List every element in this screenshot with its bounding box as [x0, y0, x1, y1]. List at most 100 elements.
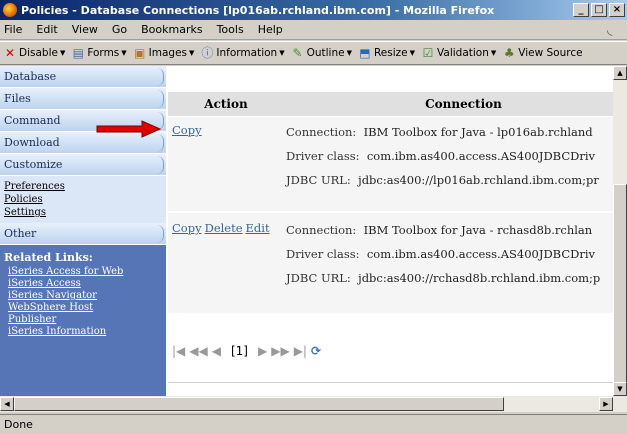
toolbar-label: Information	[216, 47, 278, 59]
vertical-scroll-thumb[interactable]	[613, 184, 627, 384]
customize-subnav: Preferences Policies Settings	[0, 176, 166, 223]
toolbar-label: Resize	[373, 47, 408, 59]
toolbar-label: Outline	[306, 47, 345, 59]
prev-fast-icon[interactable]: ◀◀	[189, 344, 207, 358]
throbber-icon: ◟	[607, 22, 613, 38]
table-header: Action Connection	[168, 92, 613, 116]
header-action: Action	[204, 97, 248, 111]
menu-view[interactable]: View	[65, 23, 105, 36]
nav-database[interactable]: Database	[0, 66, 166, 88]
related-link[interactable]: iSeries Navigator	[4, 290, 166, 302]
connection-label: Connection:	[286, 125, 357, 139]
nav-other[interactable]: Other	[0, 223, 166, 245]
title-bar: Policies - Database Connections [lp016ab…	[0, 0, 627, 20]
toolbar-view-source[interactable]: ♣ View Source	[499, 45, 585, 60]
horizontal-scroll-thumb[interactable]	[14, 397, 504, 411]
menu-tools[interactable]: Tools	[210, 23, 251, 36]
nav-customize[interactable]: Customize	[0, 154, 166, 176]
related-link[interactable]: Publisher	[4, 314, 166, 326]
toolbar-information[interactable]: ⓘ Information ▼	[197, 45, 287, 60]
table-row: Copy Connection: IBM Toolbox for Java - …	[168, 117, 613, 211]
menu-go[interactable]: Go	[105, 23, 134, 36]
connections-table: Action Connection Copy Connection: IBM T…	[168, 66, 613, 396]
toolbar-outline[interactable]: ✎ Outline ▼	[288, 45, 355, 60]
last-page-icon[interactable]: ▶|	[294, 344, 307, 358]
scroll-right-button[interactable]: ▶	[599, 397, 613, 411]
edit-link[interactable]: Edit	[246, 221, 270, 235]
page-content: Database Files Command Download Customiz…	[0, 66, 613, 396]
forms-icon: ▤	[72, 45, 85, 60]
pager: |◀ ◀◀ ◀ [1] ▶ ▶▶ ▶| ⟳	[172, 344, 321, 358]
toolbar-label: Forms	[87, 47, 120, 59]
page-number: [1]	[230, 344, 248, 358]
toolbar-disable[interactable]: ✕ Disable ▼	[0, 45, 68, 60]
toolbar-label: View Source	[518, 47, 583, 59]
toolbar-images[interactable]: ▣ Images ▼	[130, 46, 198, 60]
toolbar-label: Disable	[19, 47, 58, 59]
connection-label: Connection:	[286, 223, 357, 237]
refresh-icon[interactable]: ⟳	[311, 344, 321, 358]
related-links-title: Related Links:	[4, 251, 93, 264]
red-arrow-annotation	[96, 120, 162, 138]
toolbar-resize[interactable]: ⬒ Resize ▼	[355, 45, 418, 60]
menu-edit[interactable]: Edit	[29, 23, 64, 36]
status-bar: Done	[0, 414, 627, 434]
copy-link[interactable]: Copy	[172, 221, 202, 235]
outline-icon: ✎	[292, 45, 303, 60]
next-page-icon[interactable]: ▶	[258, 344, 267, 358]
validation-icon: ☑	[422, 45, 434, 60]
horizontal-scrollbar[interactable]: ◀ ▶	[0, 396, 627, 412]
related-links: Related Links: iSeries Access for Web iS…	[0, 245, 166, 396]
url-label: JDBC URL:	[286, 271, 351, 285]
nav-settings[interactable]: Settings	[4, 206, 166, 219]
driver-value: com.ibm.as400.access.AS400JDBCDriv	[366, 149, 596, 163]
toolbar-label: Validation	[437, 47, 489, 59]
toolbar-forms[interactable]: ▤ Forms ▼	[68, 45, 129, 60]
vertical-scrollbar[interactable]: ▲ ▼	[613, 66, 627, 396]
window-title: Policies - Database Connections [lp016ab…	[21, 3, 495, 17]
menu-bar: File Edit View Go Bookmarks Tools Help ◟	[0, 20, 627, 40]
driver-value: com.ibm.as400.access.AS400JDBCDriv	[366, 247, 596, 261]
left-nav: Database Files Command Download Customiz…	[0, 66, 166, 396]
menu-file[interactable]: File	[0, 23, 29, 36]
related-link[interactable]: iSeries Access	[4, 278, 166, 290]
related-link[interactable]: iSeries Access for Web	[4, 266, 166, 278]
nav-policies[interactable]: Policies	[4, 193, 166, 206]
nav-preferences[interactable]: Preferences	[4, 180, 166, 193]
close-button[interactable]: ×	[609, 3, 625, 17]
scroll-up-button[interactable]: ▲	[613, 66, 627, 80]
divider	[168, 382, 613, 383]
driver-label: Driver class:	[286, 247, 360, 261]
prev-page-icon[interactable]: ◀	[212, 344, 221, 358]
delete-link[interactable]: Delete	[205, 221, 243, 235]
developer-toolbar: ✕ Disable ▼ ▤ Forms ▼ ▣ Images ▼ ⓘ Informat…	[0, 41, 627, 65]
nav-files[interactable]: Files	[0, 88, 166, 110]
resize-icon: ⬒	[359, 45, 371, 60]
menu-bookmarks[interactable]: Bookmarks	[134, 23, 209, 36]
minimize-button[interactable]: _	[573, 3, 589, 17]
toolbar-validation[interactable]: ☑ Validation ▼	[418, 45, 499, 60]
related-link[interactable]: iSeries Information	[4, 326, 166, 338]
driver-label: Driver class:	[286, 149, 360, 163]
view-source-icon: ♣	[503, 45, 515, 60]
firefox-icon	[3, 3, 17, 17]
disable-icon: ✕	[4, 45, 16, 60]
next-fast-icon[interactable]: ▶▶	[271, 344, 289, 358]
header-connection: Connection	[425, 97, 502, 111]
information-icon: ⓘ	[201, 45, 214, 60]
scroll-left-button[interactable]: ◀	[0, 397, 14, 411]
table-row: Copy Delete Edit Connection: IBM Toolbox f…	[168, 213, 613, 313]
scroll-down-button[interactable]: ▼	[613, 382, 627, 396]
connection-value: IBM Toolbox for Java - rchasd8b.rchlan	[363, 223, 593, 237]
maximize-button[interactable]: □	[591, 3, 607, 17]
menu-help[interactable]: Help	[251, 23, 290, 36]
url-value: jdbc:as400://lp016ab.rchland.ibm.com;pr	[358, 173, 599, 187]
toolbar-label: Images	[148, 47, 188, 59]
copy-link[interactable]: Copy	[172, 123, 202, 137]
related-link[interactable]: WebSphere Host	[4, 302, 166, 314]
url-value: jdbc:as400://rchasd8b.rchland.ibm.com;p	[358, 271, 601, 285]
first-page-icon[interactable]: |◀	[172, 344, 185, 358]
status-text: Done	[4, 418, 33, 431]
url-label: JDBC URL:	[286, 173, 351, 187]
connection-value: IBM Toolbox for Java - lp016ab.rchland	[363, 125, 593, 139]
